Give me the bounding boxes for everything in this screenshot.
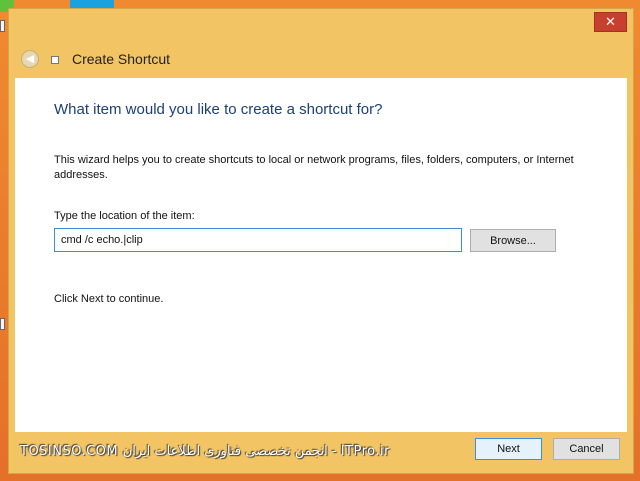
shortcut-icon — [51, 56, 59, 64]
close-icon: ✕ — [605, 15, 616, 30]
next-button[interactable]: Next — [475, 438, 542, 460]
location-label: Type the location of the item: — [54, 210, 195, 222]
desktop-file-icon[interactable] — [0, 318, 5, 330]
wizard-header: ◀ Create Shortcut — [9, 41, 633, 77]
browse-button[interactable]: Browse... — [470, 229, 556, 252]
window-title: Create Shortcut — [72, 51, 171, 67]
create-shortcut-window: ✕ ◀ Create Shortcut What item would you … — [8, 8, 634, 474]
cancel-button[interactable]: Cancel — [553, 438, 620, 460]
location-input[interactable] — [54, 228, 462, 252]
wizard-content: What item would you like to create a sho… — [15, 78, 627, 432]
wizard-description: This wizard helps you to create shortcut… — [54, 154, 574, 181]
close-button[interactable]: ✕ — [594, 12, 627, 32]
watermark: TOSINSO.COM انجمن تخصصی فناوری اطلاعات ا… — [20, 444, 390, 459]
back-arrow-icon: ◀ — [25, 52, 35, 65]
continue-hint: Click Next to continue. — [54, 293, 164, 305]
desktop-file-icon[interactable] — [0, 20, 5, 32]
back-button[interactable]: ◀ — [21, 50, 39, 68]
page-heading: What item would you like to create a sho… — [54, 101, 383, 118]
